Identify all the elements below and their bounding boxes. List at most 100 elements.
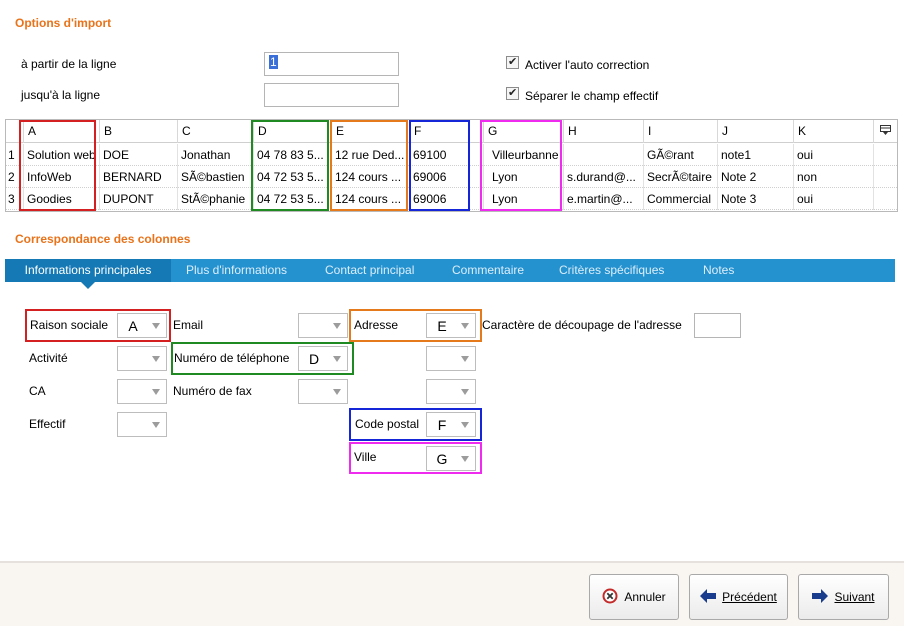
tab-criteres-specifiques[interactable]: Critères spécifiques: [559, 259, 664, 282]
table-cell: e.martin@...: [564, 188, 644, 210]
wizard-footer: Annuler Précédent Suivant: [0, 561, 904, 626]
raison-sociale-value: A: [128, 318, 138, 334]
email-value: [299, 314, 329, 337]
code-postal-select[interactable]: F: [426, 412, 476, 437]
col-header-k[interactable]: K: [794, 120, 874, 143]
telephone-value: D: [308, 351, 320, 367]
table-cell: note1: [718, 144, 794, 166]
code-postal-label: Code postal: [355, 417, 420, 431]
dropdown-arrow-icon: [152, 356, 160, 362]
activite-select[interactable]: [117, 346, 167, 371]
dropdown-arrow-icon: [461, 323, 469, 329]
checkmark-icon: [506, 86, 519, 100]
telephone-label: Numéro de téléphone: [174, 351, 290, 365]
dropdown-arrow-icon: [461, 389, 469, 395]
raison-sociale-label: Raison sociale: [30, 318, 109, 332]
tab-plus-informations[interactable]: Plus d'informations: [186, 259, 287, 282]
table-cell: BERNARD: [100, 166, 178, 188]
grid-header: A B C D E F G H I J K: [6, 120, 897, 143]
split-char-label: Caractère de découpage de l'adresse: [482, 318, 682, 332]
dropdown-arrow-icon: [461, 422, 469, 428]
dropdown-arrow-icon: [333, 323, 341, 329]
auto-correction-checkbox[interactable]: [506, 55, 519, 72]
table-cell: 69006: [410, 166, 484, 188]
table-cell: SÃ©bastien: [178, 166, 254, 188]
col-header-j[interactable]: J: [718, 120, 794, 143]
ca-select[interactable]: [117, 379, 167, 404]
split-effective-checkbox[interactable]: [506, 86, 519, 103]
col-header-f[interactable]: F: [410, 120, 484, 143]
column-menu-icon[interactable]: [874, 120, 897, 143]
fax-value: [299, 380, 329, 403]
dropdown-arrow-icon: [152, 389, 160, 395]
table-row: 1 Solution web DOE Jonathan 04 78 83 5..…: [6, 144, 897, 166]
auto-correction-label: Activer l'auto correction: [525, 58, 650, 72]
split-char-input[interactable]: [694, 313, 741, 338]
row-number: 2: [6, 166, 24, 188]
previous-label: Précédent: [722, 590, 777, 604]
table-cell: Note 3: [718, 188, 794, 210]
table-cell: 124 cours ...: [332, 166, 410, 188]
col-header-d[interactable]: D: [254, 120, 332, 143]
mapping-title: Correspondance des colonnes: [15, 232, 191, 246]
table-row: 3 Goodies DUPONT StÃ©phanie 04 72 53 5..…: [6, 188, 897, 210]
table-cell: non: [794, 166, 874, 188]
table-cell: DUPONT: [100, 188, 178, 210]
col-header-e[interactable]: E: [332, 120, 410, 143]
col-header-h[interactable]: H: [564, 120, 644, 143]
telephone-select[interactable]: D: [298, 346, 348, 371]
dropdown-arrow-icon: [152, 323, 160, 329]
col-header-i[interactable]: I: [644, 120, 718, 143]
col-header-g[interactable]: G: [484, 120, 564, 143]
adresse-line-2-select[interactable]: [426, 346, 476, 371]
previous-button[interactable]: Précédent: [689, 574, 788, 620]
from-line-label: à partir de la ligne: [21, 57, 117, 71]
email-select[interactable]: [298, 313, 348, 338]
arrow-right-icon: [812, 588, 829, 606]
adresse-line-2-value: [427, 347, 457, 370]
effectif-value: [118, 413, 148, 436]
table-cell: 124 cours ...: [332, 188, 410, 210]
activite-value: [118, 347, 148, 370]
effectif-label: Effectif: [29, 417, 66, 431]
dropdown-arrow-icon: [333, 356, 341, 362]
cancel-icon: [602, 588, 618, 607]
tab-label: Informations principales: [24, 263, 152, 277]
tab-notes[interactable]: Notes: [703, 259, 734, 282]
col-header-a[interactable]: A: [24, 120, 100, 143]
adresse-select[interactable]: E: [426, 313, 476, 338]
col-header-b[interactable]: B: [100, 120, 178, 143]
to-line-input[interactable]: [264, 83, 399, 107]
table-cell: DOE: [100, 144, 178, 166]
to-line-label: jusqu'à la ligne: [21, 88, 101, 102]
split-effective-label: Séparer le champ effectif: [525, 89, 659, 103]
col-header-c[interactable]: C: [178, 120, 254, 143]
ville-select[interactable]: G: [426, 446, 476, 471]
table-cell: 04 72 53 5...: [254, 188, 332, 210]
next-button[interactable]: Suivant: [798, 574, 889, 620]
table-cell: oui: [794, 144, 874, 166]
cancel-button[interactable]: Annuler: [589, 574, 679, 620]
table-cell: 69100: [410, 144, 484, 166]
tab-contact-principal[interactable]: Contact principal: [325, 259, 414, 282]
tab-commentaire[interactable]: Commentaire: [452, 259, 524, 282]
effectif-select[interactable]: [117, 412, 167, 437]
grid-corner: [6, 120, 24, 143]
table-cell: Note 2: [718, 166, 794, 188]
fax-label: Numéro de fax: [173, 384, 252, 398]
adresse-line-3-select[interactable]: [426, 379, 476, 404]
adresse-label: Adresse: [354, 318, 399, 332]
next-label: Suivant: [834, 590, 875, 604]
table-cell: s.durand@...: [564, 166, 644, 188]
table-cell: oui: [794, 188, 874, 210]
table-cell: [564, 144, 644, 166]
fax-select[interactable]: [298, 379, 348, 404]
table-cell: Lyon: [484, 188, 564, 210]
tab-informations-principales[interactable]: Informations principales: [5, 259, 171, 289]
table-cell: 12 rue Ded...: [332, 144, 410, 166]
preview-grid: A B C D E F G H I J K 1 Solution web DOE…: [5, 119, 898, 212]
from-line-input[interactable]: 1: [264, 52, 399, 76]
raison-sociale-select[interactable]: A: [117, 313, 167, 338]
dropdown-arrow-icon: [152, 422, 160, 428]
adresse-line-3-value: [427, 380, 457, 403]
